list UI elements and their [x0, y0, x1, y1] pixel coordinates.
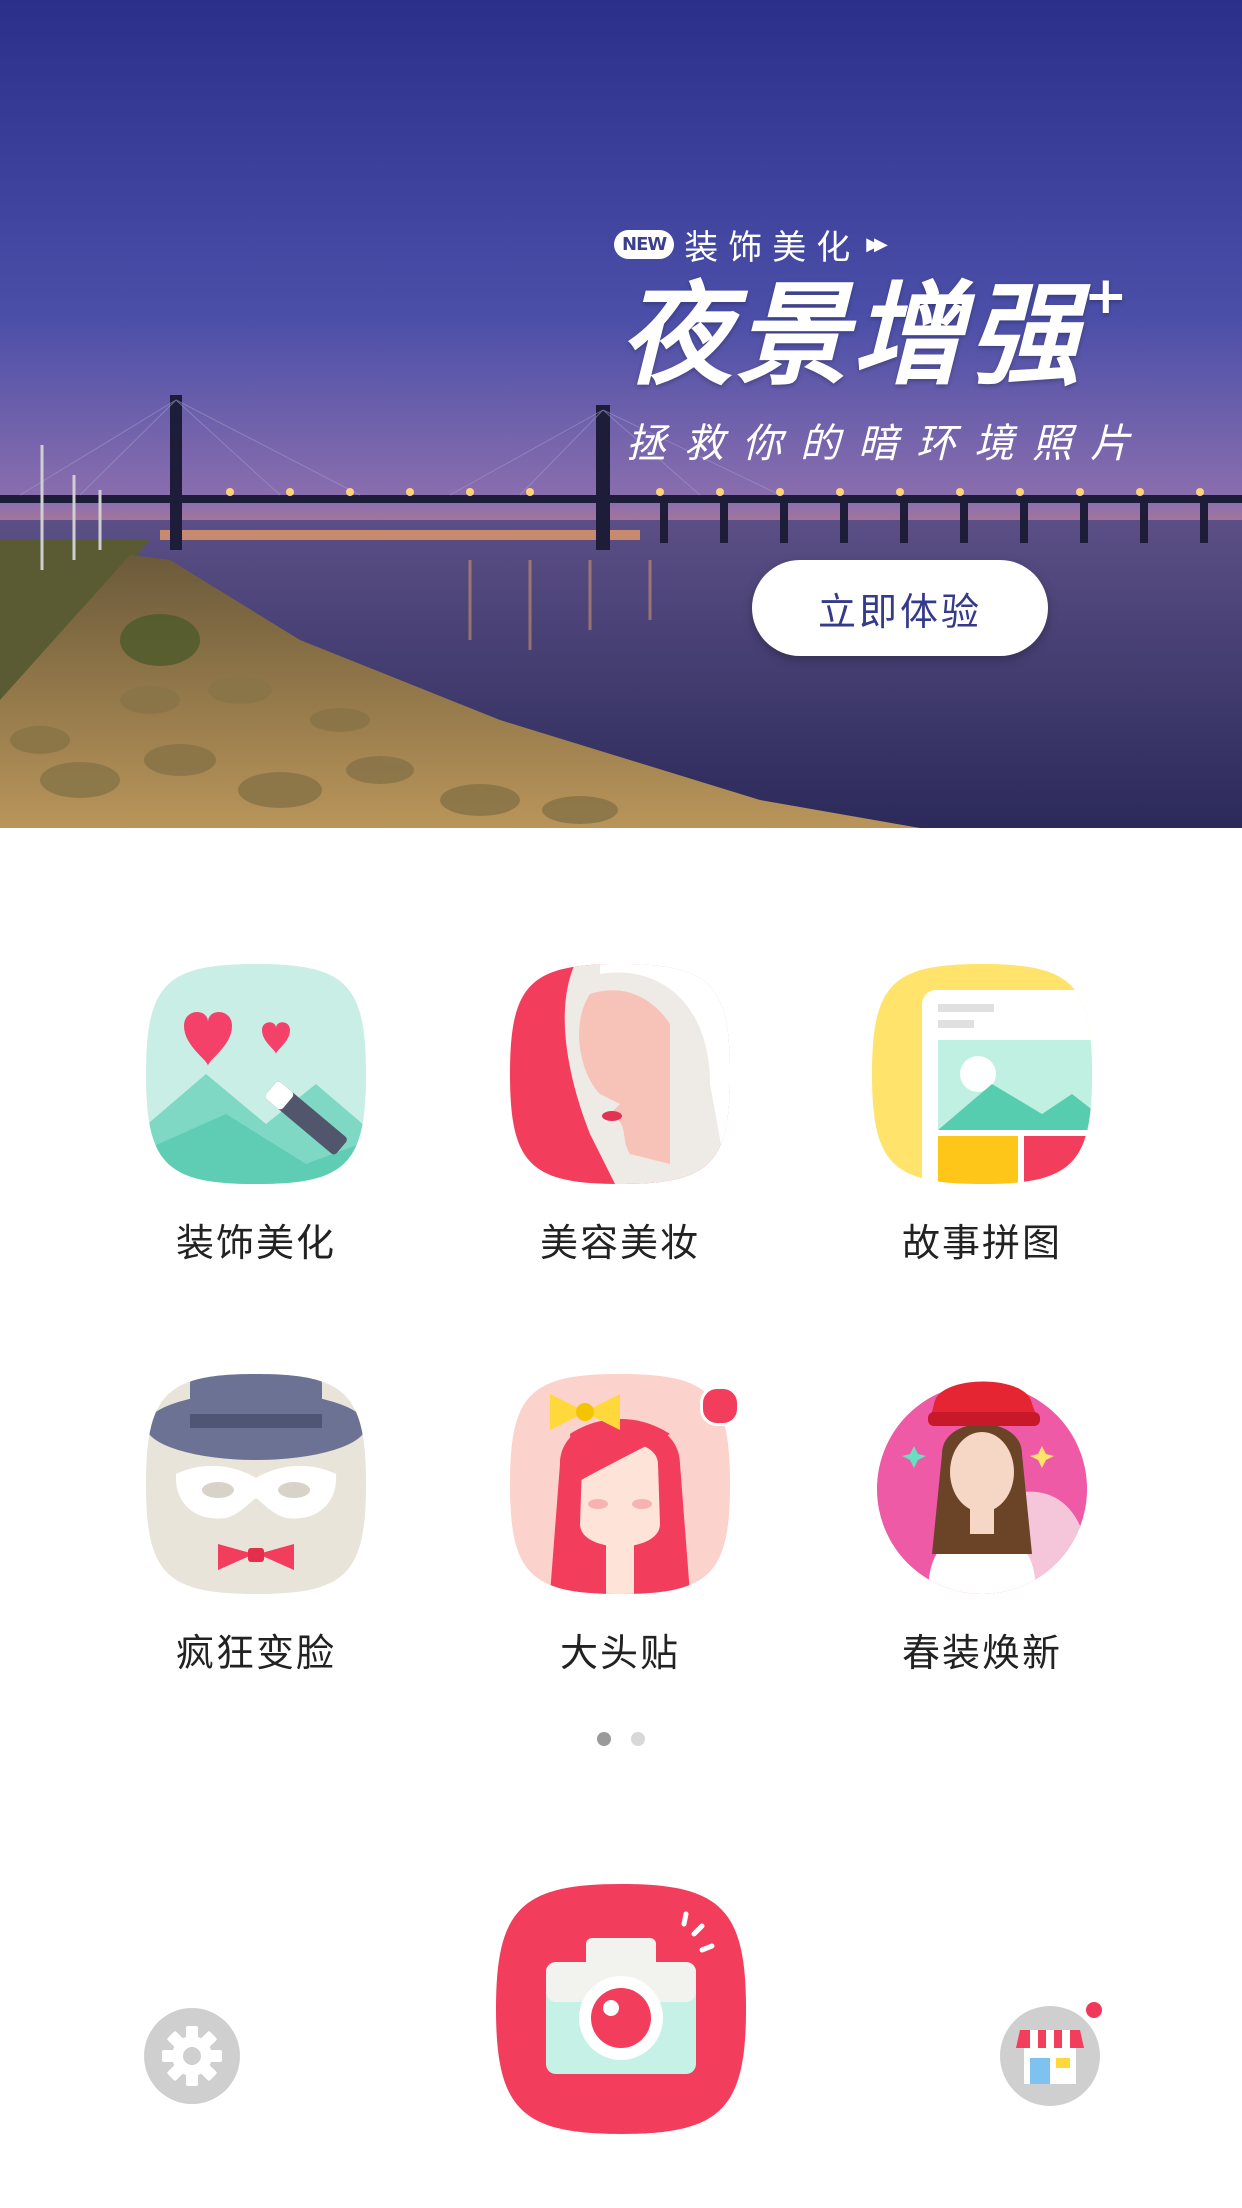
new-dot-badge — [700, 1386, 740, 1426]
banner-subtitle: 拯救你的暗环境照片 — [626, 421, 1148, 467]
banner-title: 夜景增强+ — [620, 266, 1132, 401]
store-notification-dot — [1086, 2002, 1102, 2018]
mask-icon — [146, 1374, 366, 1594]
promo-banner[interactable]: NEW 装饰美化 ▶▶ 夜景增强+ 拯救你的暗环境照片 立即体验 — [0, 0, 1242, 828]
camera-icon[interactable] — [496, 1884, 746, 2134]
feature-label: 装饰美化 — [175, 1221, 336, 1265]
page-indicator — [0, 1732, 1242, 1746]
sticker-girl-icon — [510, 1374, 730, 1594]
banner-tag-text: 装饰美化 — [684, 227, 861, 268]
feature-label: 美容美妆 — [539, 1221, 700, 1265]
feature-big-head[interactable]: 大头贴 — [480, 1374, 760, 1694]
feature-crazy-face[interactable]: 疯狂变脸 — [116, 1374, 396, 1694]
feature-label: 大头贴 — [559, 1631, 680, 1675]
new-badge: NEW — [614, 229, 675, 259]
night-bridge-photo — [0, 0, 1242, 828]
banner-title-plus: + — [1084, 266, 1132, 326]
feature-makeup[interactable]: 美容美妆 — [480, 964, 760, 1284]
spring-outfit-photo — [877, 1381, 1087, 1594]
makeup-icon — [510, 964, 730, 1184]
page-dot-active[interactable] — [597, 1732, 611, 1746]
decorate-icon — [146, 964, 366, 1184]
feature-label: 春装焕新 — [901, 1631, 1062, 1675]
gear-icon[interactable] — [144, 2008, 240, 2104]
try-now-button[interactable]: 立即体验 — [752, 560, 1048, 656]
feature-label: 故事拼图 — [901, 1221, 1062, 1265]
store-icon[interactable] — [1000, 2006, 1100, 2106]
feature-spring-outfit[interactable]: 春装焕新 — [842, 1374, 1122, 1694]
feature-collage[interactable]: 故事拼图 — [842, 964, 1122, 1284]
play-arrow-icon: ▶▶ — [866, 233, 888, 255]
page-dot[interactable] — [631, 1732, 645, 1746]
feature-label: 疯狂变脸 — [175, 1631, 336, 1675]
feature-decorate[interactable]: 装饰美化 — [116, 964, 396, 1284]
collage-icon — [872, 964, 1092, 1184]
banner-tag: NEW 装饰美化 ▶▶ — [614, 222, 888, 268]
